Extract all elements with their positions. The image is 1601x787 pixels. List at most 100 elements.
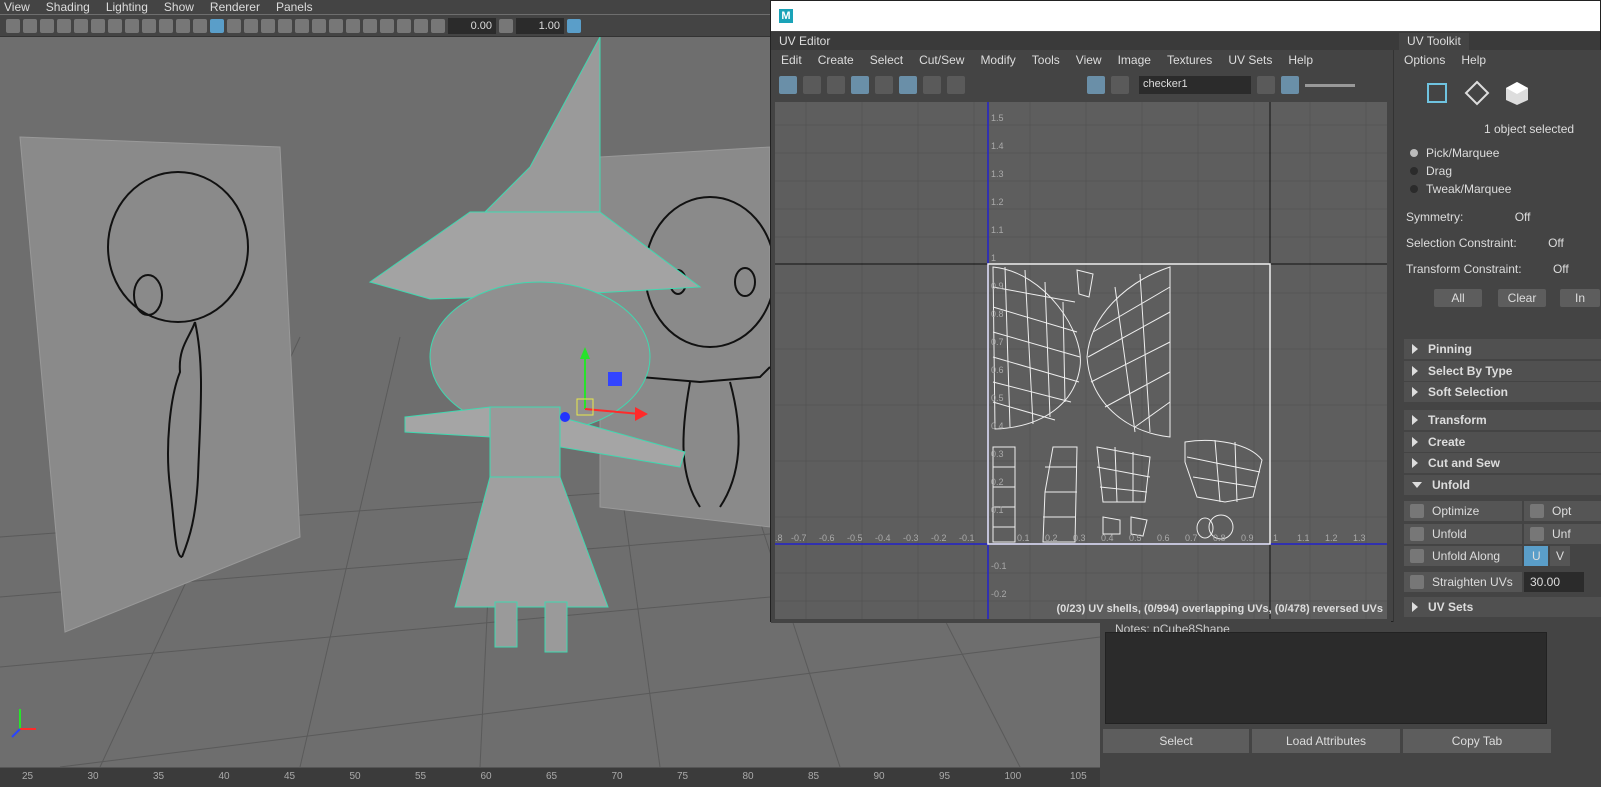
exposure-toggle-icon[interactable]: [1257, 76, 1275, 94]
checker-tile-icon[interactable]: [899, 76, 917, 94]
unfold-button[interactable]: Unfold: [1404, 524, 1522, 544]
unfold-along-button[interactable]: Unfold Along: [1404, 546, 1522, 566]
checker-display-icon[interactable]: [1111, 76, 1129, 94]
anti-aliasing-icon[interactable]: [346, 18, 360, 33]
menu-uv-view[interactable]: View: [1076, 53, 1102, 67]
xray-icon[interactable]: [380, 18, 394, 33]
isolate-select-icon[interactable]: [363, 18, 377, 33]
menu-view[interactable]: View: [4, 0, 30, 14]
menu-textures[interactable]: Textures: [1167, 53, 1212, 67]
menu-select[interactable]: Select: [870, 53, 903, 67]
gate-mask-icon[interactable]: [125, 18, 139, 33]
menu-help[interactable]: Help: [1288, 53, 1313, 67]
texture-selector[interactable]: checker1: [1139, 76, 1251, 94]
color-management-icon[interactable]: [567, 18, 581, 33]
smooth-shade-icon[interactable]: [210, 18, 224, 33]
wireframe-on-shaded-icon[interactable]: [244, 18, 258, 33]
optimize-options-button[interactable]: Opt: [1524, 501, 1601, 521]
menu-tools[interactable]: Tools: [1032, 53, 1060, 67]
grid-display-icon[interactable]: [851, 76, 869, 94]
texture-borders-icon[interactable]: [803, 76, 821, 94]
camera-attr-icon[interactable]: [23, 18, 37, 33]
xray-components-icon[interactable]: [414, 18, 428, 33]
xray-joints-icon[interactable]: [397, 18, 411, 33]
straighten-angle-field[interactable]: 30.00: [1524, 572, 1584, 592]
tab-uv-editor[interactable]: UV Editor: [779, 34, 830, 48]
transform-constraint-dropdown[interactable]: Off: [1553, 262, 1569, 276]
menu-lighting[interactable]: Lighting: [106, 0, 148, 14]
filter-icon[interactable]: [923, 76, 941, 94]
unfold-options-button[interactable]: Unf: [1524, 524, 1601, 544]
menu-panels[interactable]: Panels: [276, 0, 313, 14]
tool-tweak-marquee[interactable]: Tweak/Marquee: [1410, 182, 1511, 196]
shaded-uv-icon[interactable]: [779, 76, 797, 94]
gamma-icon[interactable]: [499, 18, 513, 33]
symmetry-dropdown[interactable]: Off: [1515, 210, 1531, 224]
copy-tab-button[interactable]: Copy Tab: [1403, 729, 1551, 753]
menu-create[interactable]: Create: [818, 53, 854, 67]
tool-drag[interactable]: Drag: [1410, 164, 1452, 178]
select-all-button[interactable]: All: [1434, 289, 1482, 307]
gamma-field[interactable]: [516, 17, 564, 34]
menu-edit[interactable]: Edit: [781, 53, 802, 67]
menu-uv-sets[interactable]: UV Sets: [1228, 53, 1272, 67]
tab-uv-toolkit[interactable]: UV Toolkit: [1399, 33, 1469, 50]
optimize-button[interactable]: Optimize: [1404, 501, 1522, 521]
unfold-along-u-toggle[interactable]: U: [1524, 546, 1548, 566]
section-soft-selection[interactable]: Soft Selection: [1404, 382, 1601, 402]
dim-image-slider[interactable]: [1305, 83, 1355, 87]
menu-toolkit-help[interactable]: Help: [1461, 53, 1486, 67]
distortion-icon[interactable]: [827, 76, 845, 94]
section-unfold[interactable]: Unfold: [1404, 475, 1601, 495]
motion-blur-icon[interactable]: [329, 18, 343, 33]
menu-modify[interactable]: Modify: [980, 53, 1015, 67]
section-transform[interactable]: Transform: [1404, 410, 1601, 430]
field-chart-icon[interactable]: [142, 18, 156, 33]
uv-grid-view[interactable]: 1.5 1.4 1.3 1.2 1.1 1 0.9 0.8 0.7 0.6 0.…: [775, 102, 1387, 619]
image-display-icon[interactable]: [1087, 76, 1105, 94]
safe-action-icon[interactable]: [159, 18, 173, 33]
selection-constraint-dropdown[interactable]: Off: [1548, 236, 1564, 250]
menu-renderer[interactable]: Renderer: [210, 0, 260, 14]
menu-cut-sew[interactable]: Cut/Sew: [919, 53, 964, 67]
clear-selection-button[interactable]: Clear: [1498, 289, 1546, 307]
section-uv-sets[interactable]: UV Sets: [1404, 597, 1601, 617]
menu-image[interactable]: Image: [1118, 53, 1151, 67]
grid-icon[interactable]: [74, 18, 88, 33]
select-button[interactable]: Select: [1103, 729, 1249, 753]
camera-icon[interactable]: [6, 18, 20, 33]
time-slider[interactable]: 2530354045505560657075808590951001051101…: [0, 767, 1100, 787]
section-cut-and-sew[interactable]: Cut and Sew: [1404, 453, 1601, 473]
uv-canvas[interactable]: 1.5 1.4 1.3 1.2 1.1 1 0.9 0.8 0.7 0.6 0.…: [775, 102, 1387, 619]
default-material-icon[interactable]: [227, 18, 241, 33]
snapshot-icon[interactable]: [947, 76, 965, 94]
object-mode-icon[interactable]: [1504, 80, 1530, 106]
lights-icon[interactable]: [278, 18, 292, 33]
window-titlebar[interactable]: M: [771, 1, 1600, 31]
section-pinning[interactable]: Pinning: [1404, 339, 1601, 359]
section-select-by-type[interactable]: Select By Type: [1404, 361, 1601, 381]
exposure-icon[interactable]: [431, 18, 445, 33]
notes-textarea[interactable]: [1105, 632, 1547, 724]
image-ratio-icon[interactable]: [1281, 76, 1299, 94]
resolution-gate-icon[interactable]: [108, 18, 122, 33]
exposure-field[interactable]: [448, 17, 496, 34]
shadows-icon[interactable]: [295, 18, 309, 33]
vertex-mode-icon[interactable]: [1424, 80, 1450, 106]
bookmark-icon[interactable]: [40, 18, 54, 33]
film-gate-icon[interactable]: [91, 18, 105, 33]
safe-title-icon[interactable]: [176, 18, 190, 33]
load-attributes-button[interactable]: Load Attributes: [1252, 729, 1400, 753]
edge-mode-icon[interactable]: [1464, 80, 1490, 106]
menu-shading[interactable]: Shading: [46, 0, 90, 14]
menu-show[interactable]: Show: [164, 0, 194, 14]
menu-options[interactable]: Options: [1404, 53, 1445, 67]
image-plane-icon[interactable]: [57, 18, 71, 33]
tool-pick-marquee[interactable]: Pick/Marquee: [1410, 146, 1499, 160]
wireframe-icon[interactable]: [193, 18, 207, 33]
unfold-along-v-toggle[interactable]: V: [1550, 546, 1570, 566]
snap-pixel-icon[interactable]: [875, 76, 893, 94]
invert-selection-button[interactable]: In: [1560, 289, 1600, 307]
straighten-uvs-button[interactable]: Straighten UVs: [1404, 572, 1522, 592]
section-create[interactable]: Create: [1404, 432, 1601, 452]
